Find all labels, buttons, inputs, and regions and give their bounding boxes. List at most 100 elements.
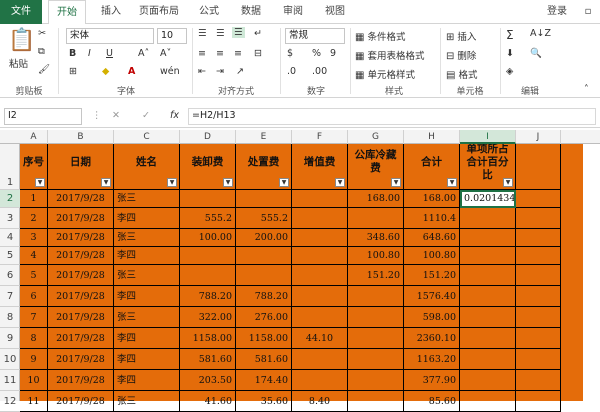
- cut-icon[interactable]: ✂: [38, 28, 46, 39]
- table-cell[interactable]: 2017/9/28: [48, 247, 114, 265]
- table-cell[interactable]: 2017/9/28: [48, 307, 114, 328]
- clear-icon[interactable]: ◈: [506, 66, 513, 77]
- table-cell[interactable]: [292, 265, 348, 286]
- table-cell[interactable]: [348, 391, 404, 412]
- table-cell[interactable]: 李四: [114, 247, 180, 265]
- table-header-cell[interactable]: 增值费 ▼: [292, 144, 348, 190]
- table-header-cell[interactable]: 公库冷藏费 ▼: [348, 144, 404, 190]
- table-cell[interactable]: 1158.00: [236, 328, 292, 349]
- table-cell[interactable]: 1163.20: [404, 349, 460, 370]
- column-header[interactable]: B: [48, 130, 114, 144]
- filter-dropdown-icon[interactable]: ▼: [279, 178, 289, 187]
- table-header-cell[interactable]: 日期 ▼: [48, 144, 114, 190]
- table-cell[interactable]: 10: [20, 370, 48, 391]
- delete-cells-button[interactable]: ⊟ 删除: [446, 48, 476, 62]
- table-cell[interactable]: 168.00: [348, 190, 404, 208]
- table-cell[interactable]: 788.20: [236, 286, 292, 307]
- table-cell[interactable]: 2: [20, 208, 48, 229]
- table-cell[interactable]: 李四: [114, 286, 180, 307]
- table-cell[interactable]: 100.80: [404, 247, 460, 265]
- table-cell[interactable]: 张三: [114, 265, 180, 286]
- tab-data[interactable]: 数据: [234, 0, 268, 24]
- table-cell[interactable]: 5: [20, 265, 48, 286]
- empty-cell[interactable]: [516, 286, 561, 307]
- row-header[interactable]: 7: [0, 286, 20, 307]
- cancel-icon[interactable]: ✕: [112, 110, 120, 121]
- column-header[interactable]: F: [292, 130, 348, 144]
- table-cell[interactable]: 2017/9/28: [48, 391, 114, 412]
- font-color-icon[interactable]: A: [128, 66, 135, 77]
- formula-input[interactable]: =H2/H13: [188, 108, 596, 125]
- align-top-icon[interactable]: ☰: [198, 28, 207, 39]
- table-cell[interactable]: 174.40: [236, 370, 292, 391]
- row-header[interactable]: 5: [0, 247, 20, 265]
- collapse-ribbon-icon[interactable]: ˄: [584, 84, 589, 95]
- filter-dropdown-icon[interactable]: ▼: [223, 178, 233, 187]
- column-header[interactable]: I: [460, 130, 516, 144]
- empty-cell[interactable]: [516, 208, 561, 229]
- enter-icon[interactable]: ✓: [142, 110, 150, 121]
- table-cell[interactable]: 3: [20, 229, 48, 247]
- table-cell[interactable]: 1: [20, 190, 48, 208]
- fill-color-icon[interactable]: ◆: [102, 66, 109, 77]
- indent-decrease-icon[interactable]: ⇤: [198, 66, 206, 77]
- table-cell[interactable]: 李四: [114, 208, 180, 229]
- table-cell[interactable]: [292, 286, 348, 307]
- paste-icon[interactable]: 📋: [8, 28, 35, 53]
- indent-increase-icon[interactable]: ⇥: [216, 66, 224, 77]
- table-cell[interactable]: 100.80: [348, 247, 404, 265]
- table-cell[interactable]: 348.60: [348, 229, 404, 247]
- filter-dropdown-icon[interactable]: ▼: [167, 178, 177, 187]
- number-format-select[interactable]: 常规: [285, 28, 345, 44]
- table-cell[interactable]: 377.90: [404, 370, 460, 391]
- table-header-cell[interactable]: 单项所占合计百分比 ▼: [460, 144, 516, 190]
- align-bottom-icon[interactable]: ☰: [232, 27, 245, 38]
- table-cell[interactable]: [236, 247, 292, 265]
- table-cell[interactable]: [460, 286, 516, 307]
- table-cell[interactable]: 581.60: [180, 349, 236, 370]
- table-cell[interactable]: 8: [20, 328, 48, 349]
- table-header-cell[interactable]: 姓名 ▼: [114, 144, 180, 190]
- table-cell[interactable]: 2017/9/28: [48, 286, 114, 307]
- table-cell[interactable]: 555.2: [180, 208, 236, 229]
- column-header[interactable]: H: [404, 130, 460, 144]
- row-header[interactable]: 9: [0, 328, 20, 349]
- table-cell[interactable]: 35.60: [236, 391, 292, 412]
- fill-icon[interactable]: ⬇: [506, 48, 514, 59]
- filter-dropdown-icon[interactable]: ▼: [101, 178, 111, 187]
- align-middle-icon[interactable]: ☰: [216, 28, 225, 39]
- wrap-text-icon[interactable]: ↵: [254, 28, 262, 39]
- bold-button[interactable]: B: [69, 48, 76, 59]
- column-header[interactable]: D: [180, 130, 236, 144]
- table-cell[interactable]: 555.2: [236, 208, 292, 229]
- table-cell[interactable]: 151.20: [404, 265, 460, 286]
- table-cell[interactable]: [460, 208, 516, 229]
- table-cell[interactable]: 1576.40: [404, 286, 460, 307]
- table-cell[interactable]: [460, 349, 516, 370]
- table-cell[interactable]: 41.60: [180, 391, 236, 412]
- table-cell[interactable]: [348, 349, 404, 370]
- tab-home[interactable]: 开始: [48, 0, 86, 27]
- empty-cell[interactable]: [516, 370, 561, 391]
- percent-button[interactable]: %: [312, 48, 321, 59]
- column-header[interactable]: J: [516, 130, 561, 144]
- format-cells-button[interactable]: ▤ 格式: [446, 67, 478, 81]
- login-link[interactable]: 登录: [540, 0, 574, 24]
- table-cell[interactable]: [348, 328, 404, 349]
- table-cell[interactable]: 2017/9/28: [48, 229, 114, 247]
- table-cell[interactable]: [292, 190, 348, 208]
- table-cell[interactable]: 11: [20, 391, 48, 412]
- font-name-select[interactable]: 宋体: [66, 28, 154, 44]
- table-cell[interactable]: 648.60: [404, 229, 460, 247]
- table-cell[interactable]: 张三: [114, 229, 180, 247]
- table-cell[interactable]: [460, 328, 516, 349]
- table-cell[interactable]: 6: [20, 286, 48, 307]
- align-left-icon[interactable]: ≡: [198, 48, 206, 59]
- table-cell[interactable]: 322.00: [180, 307, 236, 328]
- row-header[interactable]: 4: [0, 229, 20, 247]
- table-cell[interactable]: [460, 247, 516, 265]
- table-cell[interactable]: 9: [20, 349, 48, 370]
- table-cell[interactable]: [460, 307, 516, 328]
- filter-dropdown-icon[interactable]: ▼: [391, 178, 401, 187]
- table-cell[interactable]: 1158.00: [180, 328, 236, 349]
